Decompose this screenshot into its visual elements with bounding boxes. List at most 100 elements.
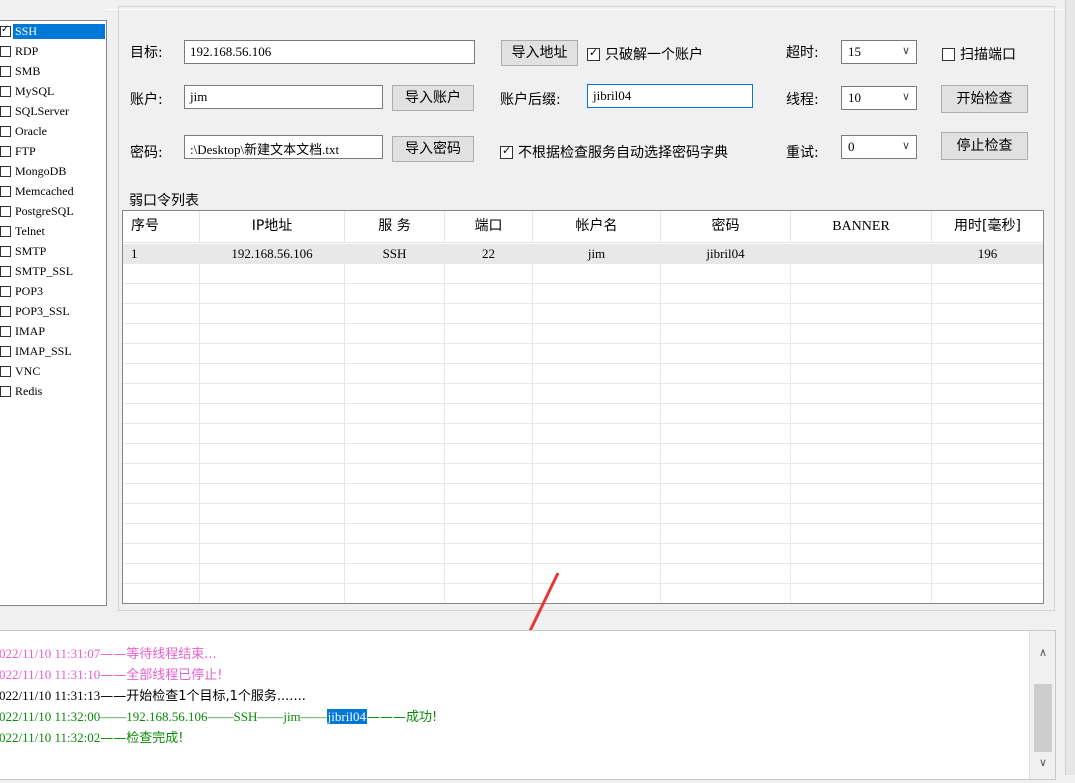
column-header[interactable]: 服 务	[345, 211, 445, 242]
table-cell: jim	[533, 244, 661, 264]
table-row[interactable]	[123, 284, 1043, 304]
table-row[interactable]	[123, 524, 1043, 544]
timeout-select[interactable]: 15 ∨	[841, 40, 917, 64]
table-cell: 1	[123, 244, 200, 264]
service-checkbox[interactable]	[0, 345, 11, 357]
password-input[interactable]: :\Desktop\新建文本文档.txt	[184, 135, 383, 159]
table-row[interactable]	[123, 564, 1043, 584]
table-cell	[791, 244, 932, 264]
table-row[interactable]	[123, 584, 1043, 603]
service-checkbox[interactable]	[0, 105, 11, 117]
table-row[interactable]	[123, 264, 1043, 284]
table-row[interactable]	[123, 324, 1043, 344]
service-item-smtp[interactable]: SMTP	[0, 241, 106, 261]
service-label: SMB	[15, 63, 41, 78]
service-item-sqlserver[interactable]: SQLServer	[0, 101, 106, 121]
service-item-oracle[interactable]: Oracle	[0, 121, 106, 141]
table-row[interactable]	[123, 424, 1043, 444]
service-item-redis[interactable]: Redis	[0, 381, 106, 401]
scroll-up-icon[interactable]: ∧	[1030, 646, 1056, 662]
service-item-smb[interactable]: SMB	[0, 61, 106, 81]
scan-port-checkbox[interactable]: 扫描端口	[942, 44, 1016, 64]
service-checkbox[interactable]	[0, 65, 11, 77]
target-input[interactable]: 192.168.56.106	[184, 40, 475, 64]
column-header[interactable]: 帐户名	[533, 211, 661, 242]
table-row[interactable]	[123, 364, 1043, 384]
retry-select[interactable]: 0 ∨	[841, 135, 917, 159]
log-panel[interactable]: 022/11/10 11:31:07——等待线程结束... 022/11/10 1…	[0, 630, 1056, 780]
log-area[interactable]: 022/11/10 11:31:07——等待线程结束... 022/11/10 1…	[0, 643, 1029, 783]
stop-check-button[interactable]: 停止检查	[941, 132, 1028, 160]
service-item-ftp[interactable]: FTP	[0, 141, 106, 161]
table-row[interactable]	[123, 544, 1043, 564]
column-header[interactable]: 用时[毫秒]	[932, 211, 1043, 242]
service-item-postgresql[interactable]: PostgreSQL	[0, 201, 106, 221]
service-checkbox[interactable]	[0, 145, 11, 157]
table-cell	[661, 384, 791, 404]
service-item-ssh[interactable]: SSH	[0, 21, 106, 41]
service-checkbox[interactable]	[0, 325, 11, 337]
service-item-rdp[interactable]: RDP	[0, 41, 106, 61]
service-item-pop3_ssl[interactable]: POP3_SSL	[0, 301, 106, 321]
service-label: MongoDB	[15, 163, 67, 178]
service-item-pop3[interactable]: POP3	[0, 281, 106, 301]
service-checkbox[interactable]	[0, 45, 11, 57]
column-header[interactable]: IP地址	[200, 211, 345, 242]
checkbox-box[interactable]	[587, 46, 600, 61]
import-account-button[interactable]: 导入账户	[392, 85, 474, 111]
scroll-thumb[interactable]	[1034, 684, 1052, 752]
service-checkbox[interactable]	[0, 225, 11, 237]
account-suffix-input[interactable]: jibril04	[587, 84, 753, 108]
only-crack-one-checkbox[interactable]: 只破解一个账户	[587, 44, 703, 64]
service-checkbox[interactable]	[0, 245, 11, 257]
table-row[interactable]	[123, 444, 1043, 464]
service-checkbox[interactable]	[0, 265, 11, 277]
service-checkbox[interactable]	[0, 385, 11, 397]
service-item-imap_ssl[interactable]: IMAP_SSL	[0, 341, 106, 361]
service-checkbox[interactable]	[0, 365, 11, 377]
start-check-button[interactable]: 开始检查	[941, 85, 1028, 113]
service-item-smtp_ssl[interactable]: SMTP_SSL	[0, 261, 106, 281]
import-address-button[interactable]: 导入地址	[501, 40, 578, 66]
scroll-down-icon[interactable]: ∨	[1030, 756, 1056, 772]
column-header[interactable]: 端口	[445, 211, 533, 242]
account-input[interactable]: jim	[184, 85, 383, 109]
service-checkbox[interactable]	[0, 205, 11, 217]
column-header[interactable]: 密码	[661, 211, 791, 242]
service-item-telnet[interactable]: Telnet	[0, 221, 106, 241]
service-checkbox[interactable]	[0, 24, 11, 37]
service-checkbox[interactable]	[0, 165, 11, 177]
table-cell: 22	[445, 244, 533, 264]
auto-dict-checkbox[interactable]: 不根据检查服务自动选择密码字典	[500, 142, 728, 162]
services-list[interactable]: SSH RDP SMB MySQL SQLServer Oracle FTP MongoDB M…	[0, 20, 107, 606]
checkbox-box[interactable]	[500, 144, 513, 159]
service-item-memcached[interactable]: Memcached	[0, 181, 106, 201]
table-row[interactable]: 1 192.168.56.106 SSH 22 jim jibril04 196	[123, 244, 1043, 264]
table-cell	[200, 484, 345, 504]
column-header[interactable]: 序号	[123, 211, 200, 242]
service-checkbox[interactable]	[0, 285, 11, 297]
column-header[interactable]: BANNER	[791, 211, 932, 242]
table-row[interactable]	[123, 344, 1043, 364]
table-row[interactable]	[123, 304, 1043, 324]
log-scrollbar[interactable]: ∧ ∨	[1029, 631, 1055, 779]
service-item-mongodb[interactable]: MongoDB	[0, 161, 106, 181]
service-checkbox[interactable]	[0, 305, 11, 317]
threads-select[interactable]: 10 ∨	[841, 86, 917, 110]
service-item-mysql[interactable]: MySQL	[0, 81, 106, 101]
service-checkbox[interactable]	[0, 185, 11, 197]
service-item-imap[interactable]: IMAP	[0, 321, 106, 341]
table-row[interactable]	[123, 404, 1043, 424]
service-checkbox[interactable]	[0, 125, 11, 137]
service-checkbox[interactable]	[0, 85, 11, 97]
weak-password-table[interactable]: 序号 IP地址服 务端口 帐户名 密码 BANNER 用时[毫秒] 1 192.168.56…	[122, 210, 1044, 604]
import-password-button[interactable]: 导入密码	[392, 136, 474, 162]
log-highlight[interactable]: jibril04	[326, 709, 367, 724]
table-body[interactable]: 1 192.168.56.106 SSH 22 jim jibril04 196	[123, 244, 1043, 603]
service-item-vnc[interactable]: VNC	[0, 361, 106, 381]
table-row[interactable]	[123, 504, 1043, 524]
checkbox-box[interactable]	[942, 47, 955, 61]
table-row[interactable]	[123, 484, 1043, 504]
table-row[interactable]	[123, 384, 1043, 404]
table-row[interactable]	[123, 464, 1043, 484]
